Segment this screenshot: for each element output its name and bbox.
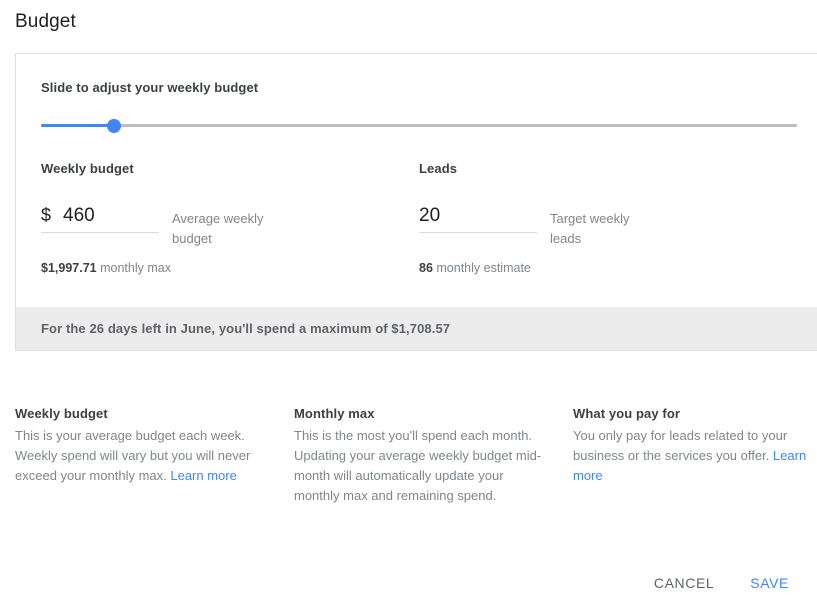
monthly-max-label: monthly max bbox=[100, 261, 171, 275]
slider-track[interactable] bbox=[41, 124, 797, 127]
monthly-max-amount: $1,997.71 bbox=[41, 261, 97, 275]
help-column-monthly-max: Monthly max This is the most you'll spen… bbox=[294, 406, 549, 506]
help-body: This is the most you'll spend each month… bbox=[294, 428, 541, 503]
help-body: You only pay for leads related to your b… bbox=[573, 428, 787, 463]
leads-field-line: Target weekly leads bbox=[419, 205, 797, 249]
help-row: Weekly budget This is your average budge… bbox=[15, 406, 817, 506]
monthly-estimate-amount: 86 bbox=[419, 261, 433, 275]
help-title: What you pay for bbox=[573, 406, 817, 421]
page-title: Budget bbox=[15, 11, 76, 33]
weekly-budget-field-group: Weekly budget $ Average weekly budget $1… bbox=[41, 161, 419, 275]
currency-symbol: $ bbox=[41, 205, 51, 226]
slider-fill bbox=[41, 124, 115, 127]
weekly-budget-field-line: $ Average weekly budget bbox=[41, 205, 419, 249]
weekly-budget-subtext: $1,997.71 monthly max bbox=[41, 261, 419, 275]
fields-row: Weekly budget $ Average weekly budget $1… bbox=[41, 161, 817, 275]
cancel-button[interactable]: CANCEL bbox=[640, 565, 728, 601]
weekly-budget-field-title: Weekly budget bbox=[41, 161, 419, 176]
help-title: Monthly max bbox=[294, 406, 549, 421]
help-column-what-you-pay-for: What you pay for You only pay for leads … bbox=[573, 406, 817, 506]
budget-card: Slide to adjust your weekly budget Weekl… bbox=[15, 53, 817, 351]
weekly-budget-input[interactable] bbox=[63, 205, 159, 227]
leads-field-group: Leads Target weekly leads 86 monthly est… bbox=[419, 161, 797, 275]
save-button[interactable]: SAVE bbox=[736, 565, 803, 601]
card-body: Slide to adjust your weekly budget Weekl… bbox=[16, 54, 817, 275]
help-text: This is the most you'll spend each month… bbox=[294, 426, 549, 506]
leads-subtext: 86 monthly estimate bbox=[419, 261, 797, 275]
slider-thumb[interactable] bbox=[107, 119, 121, 133]
leads-input-box[interactable] bbox=[419, 205, 537, 233]
learn-more-link[interactable]: Learn more bbox=[170, 468, 236, 483]
help-title: Weekly budget bbox=[15, 406, 270, 421]
dialog-actions: CANCEL SAVE bbox=[640, 565, 807, 601]
leads-field-title: Leads bbox=[419, 161, 797, 176]
weekly-budget-hint: Average weekly budget bbox=[172, 205, 282, 249]
help-text: This is your average budget each week. W… bbox=[15, 426, 270, 486]
weekly-budget-input-box[interactable]: $ bbox=[41, 205, 159, 233]
help-column-weekly-budget: Weekly budget This is your average budge… bbox=[15, 406, 270, 506]
leads-input[interactable] bbox=[419, 205, 537, 227]
help-text: You only pay for leads related to your b… bbox=[573, 426, 817, 486]
monthly-estimate-label: monthly estimate bbox=[436, 261, 530, 275]
weekly-budget-slider[interactable] bbox=[41, 117, 797, 135]
leads-hint: Target weekly leads bbox=[550, 205, 660, 249]
slider-label: Slide to adjust your weekly budget bbox=[41, 80, 817, 95]
spend-summary-banner: For the 26 days left in June, you'll spe… bbox=[16, 307, 817, 350]
